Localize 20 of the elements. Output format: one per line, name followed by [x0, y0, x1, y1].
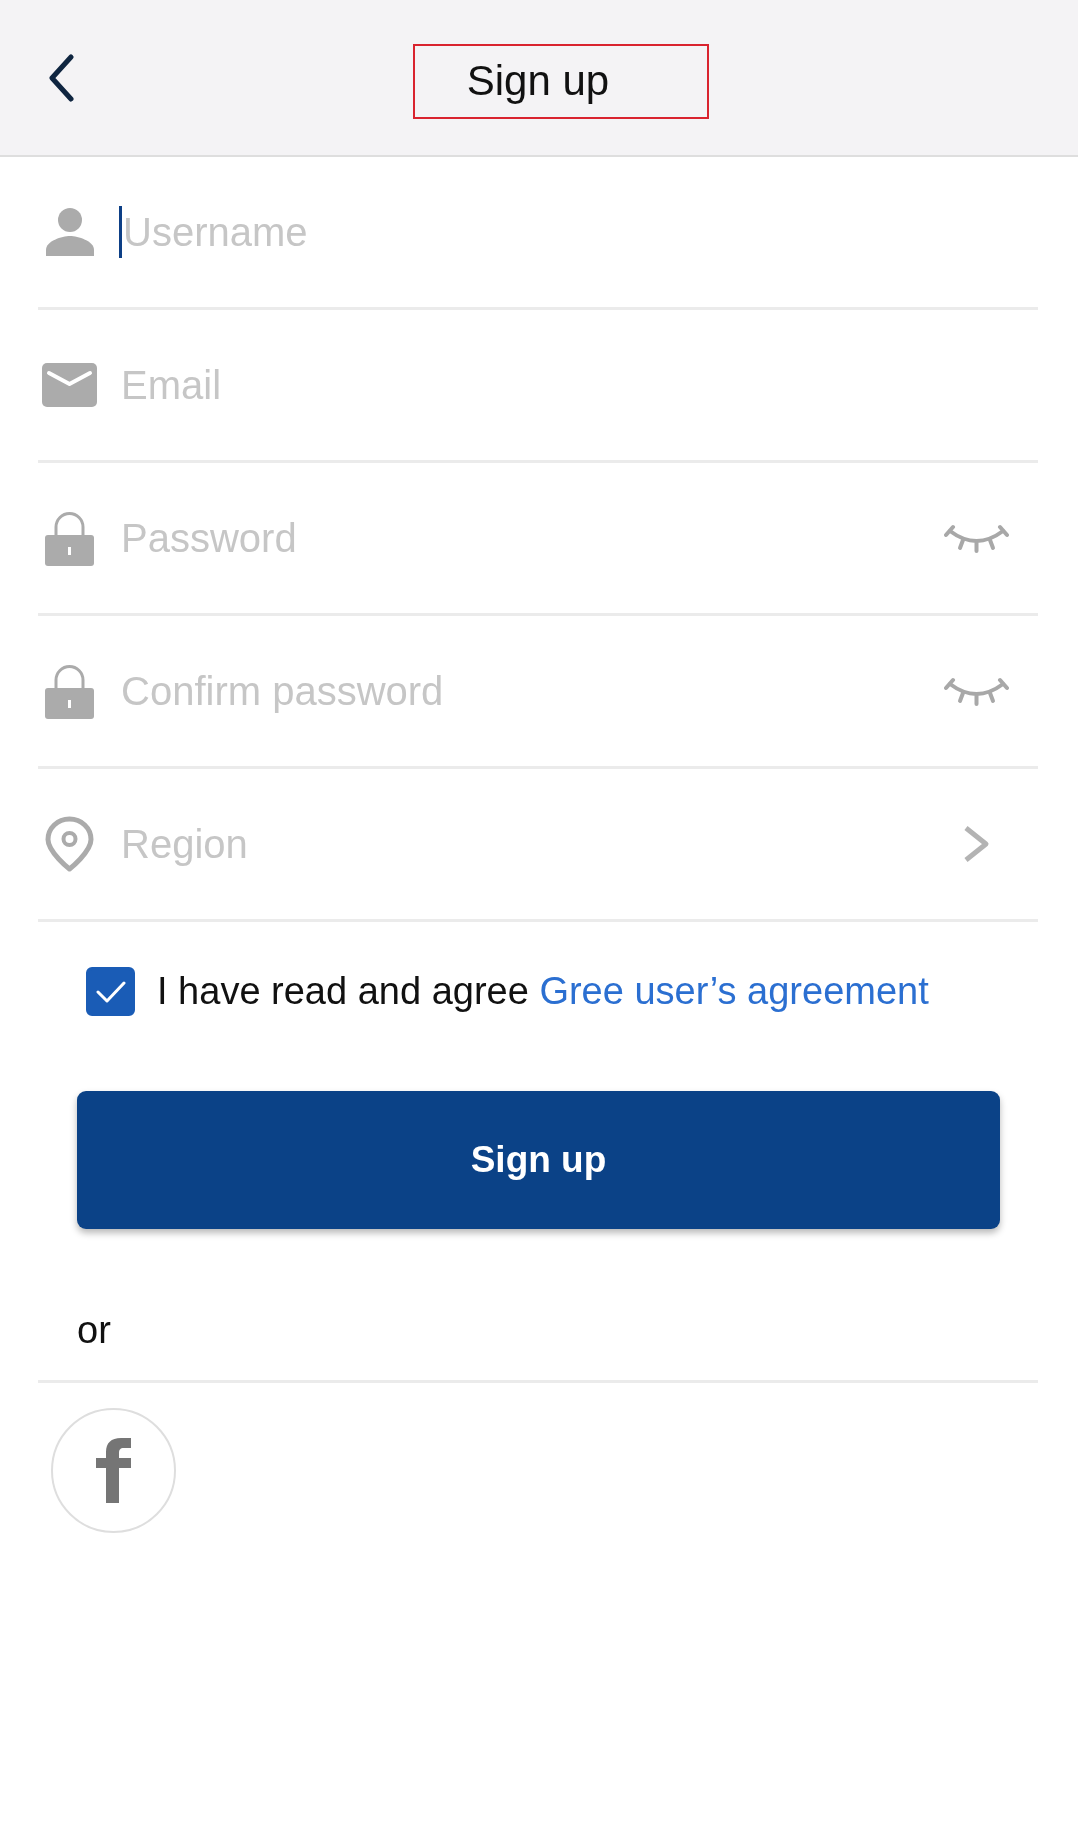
- closed-eye-icon[interactable]: [943, 676, 1009, 706]
- lock-icon: [44, 663, 95, 719]
- checkbox[interactable]: [86, 967, 135, 1016]
- f-logo-icon: [96, 1437, 131, 1503]
- checkmark-icon: [95, 980, 126, 1003]
- agreement-text: I have read and agree Gree user’s agreement: [157, 968, 929, 1014]
- closed-eye-icon[interactable]: [943, 523, 1009, 553]
- input-field[interactable]: Username: [123, 205, 941, 259]
- select-field[interactable]: Region: [121, 817, 941, 871]
- lock-icon: [44, 510, 95, 566]
- location-pin-icon: [45, 816, 94, 872]
- input-field[interactable]: Confirm password: [121, 664, 941, 718]
- back-icon[interactable]: [47, 53, 75, 102]
- input-field[interactable]: Password: [121, 511, 941, 565]
- sign-up-button[interactable]: Sign up: [77, 1091, 1000, 1229]
- page-title: Sign up: [466, 57, 610, 106]
- separator-label: or: [77, 1309, 111, 1351]
- agreement-link[interactable]: Gree user’s agreement: [539, 969, 929, 1012]
- input-field[interactable]: Email: [121, 358, 941, 412]
- mail-icon: [42, 363, 97, 407]
